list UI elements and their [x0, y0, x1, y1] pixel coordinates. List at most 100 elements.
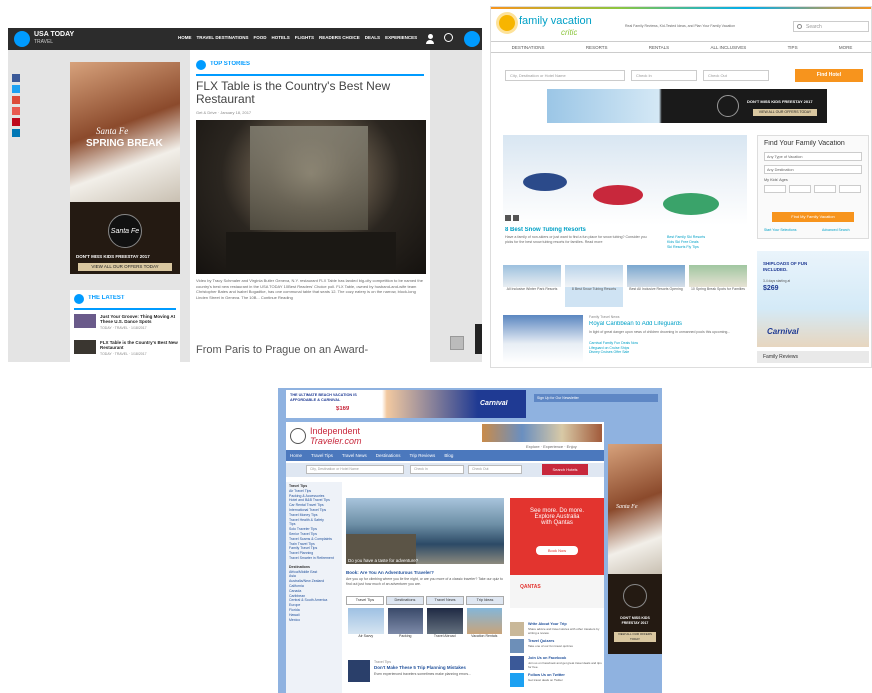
- user-icon[interactable]: [426, 34, 434, 44]
- itr-top-ad[interactable]: THE ULTIMATE BEACH VACATION IS AFFORDABL…: [286, 390, 526, 418]
- nav-item-experiences[interactable]: EXPERIENCES: [385, 35, 417, 40]
- list-item[interactable]: Write About Your Trip Share advice and t…: [510, 622, 604, 638]
- compass-logo-icon[interactable]: [290, 428, 306, 444]
- nav-item-home[interactable]: Home: [290, 453, 302, 458]
- next-article-headline[interactable]: From Paris to Prague on an Award-: [196, 344, 368, 356]
- nav-item-resorts[interactable]: RESORTS: [586, 45, 608, 50]
- fvc-logo[interactable]: family vacation: [519, 15, 592, 27]
- finder-link-advanced[interactable]: Advanced Search: [822, 228, 850, 232]
- checkin-input[interactable]: Check In: [631, 70, 697, 81]
- itr-destination-input[interactable]: City, Destination or Hotel Name: [306, 465, 404, 474]
- finder-select-destination[interactable]: Any Destination: [764, 165, 862, 174]
- sidebar-item[interactable]: Travel Smarter in Retirement: [289, 556, 339, 561]
- feedback-tab[interactable]: [475, 324, 482, 354]
- nav-item-blog[interactable]: Blog: [444, 453, 453, 458]
- nav-item-destinations[interactable]: Destinations: [376, 453, 401, 458]
- pinterest-share-icon[interactable]: [12, 118, 20, 126]
- list-item[interactable]: Join Us on Facebook Join us on Facebook …: [510, 656, 604, 672]
- article-title[interactable]: Book: Are You An Adventurous Traveler?: [346, 570, 434, 575]
- nav-item-destinations[interactable]: TRAVEL DESTINATIONS: [197, 35, 249, 40]
- itr-search-button[interactable]: Search Hotels: [542, 464, 588, 475]
- tile-card[interactable]: Vacation Rentals: [466, 608, 502, 646]
- nav-item-food[interactable]: FOOD: [254, 35, 267, 40]
- thumb-card[interactable]: 10 Spring Break Spots for Families: [689, 265, 747, 307]
- story-link[interactable]: Disney Cruises Offer Sale: [589, 350, 638, 355]
- finder-link-start[interactable]: Start Your Selections: [764, 228, 797, 232]
- checkout-input[interactable]: Check Out: [703, 70, 769, 81]
- story-photo[interactable]: [503, 315, 583, 363]
- tab-destinations[interactable]: Destinations: [386, 596, 424, 605]
- facebook-share-icon[interactable]: [12, 74, 20, 82]
- story-link[interactable]: Carnival Family Fun Deals Now: [589, 341, 638, 346]
- hero-caption[interactable]: 8 Best Snow Tubing Resorts: [505, 227, 586, 233]
- itr-logo-1[interactable]: Independent: [310, 426, 360, 436]
- nav-item-trip-reviews[interactable]: Trip Reviews: [409, 453, 435, 458]
- nav-item-destinations[interactable]: DESTINATIONS: [512, 45, 545, 50]
- finder-submit-button[interactable]: Find My Family Vacation: [772, 212, 854, 222]
- usatoday-logo-icon[interactable]: [14, 31, 30, 47]
- thumb-card[interactable]: 8 Best Snow Tubing Resorts: [565, 265, 623, 307]
- itr-checkout-input[interactable]: Check Out: [468, 465, 522, 474]
- nav-item-readers-choice[interactable]: READERS CHOICE: [319, 35, 360, 40]
- nav-item-hotels[interactable]: HOTELS: [272, 35, 290, 40]
- hero-link[interactable]: Ski Resorts Fly Tips: [667, 245, 705, 250]
- search-icon[interactable]: [444, 33, 453, 42]
- nav-item-rentals[interactable]: RENTALS: [649, 45, 669, 50]
- slider-next-icon[interactable]: [513, 215, 519, 221]
- qantas-book-button[interactable]: Book Now: [536, 546, 578, 555]
- thumb-card[interactable]: All Inclusive Winter Park Resorts: [503, 265, 561, 307]
- itr-skyscraper-ad[interactable]: Santa Fe DON'T MISS KIDS FREESTAY 2017 V…: [608, 444, 662, 654]
- newsletter-signup[interactable]: Sign Up for Our Newsletter: [534, 394, 658, 402]
- age-select[interactable]: [814, 185, 836, 193]
- tile-card[interactable]: Travel Abroad: [427, 608, 463, 646]
- destination-input[interactable]: City, Destination or Hotel Name: [505, 70, 625, 81]
- sidebar-item[interactable]: Travel Scams & Complaints: [289, 537, 339, 542]
- tile-card[interactable]: Packing: [387, 608, 423, 646]
- profile-avatar[interactable]: [464, 31, 480, 47]
- twitter-share-icon[interactable]: [12, 85, 20, 93]
- itr-logo-2[interactable]: Traveler.com: [310, 436, 362, 446]
- sky-ad-cta-2[interactable]: VIEW ALL OUR OFFERS TODAY: [614, 632, 656, 642]
- ad-cta-2[interactable]: VIEW ALL OUR OFFERS TODAY: [78, 263, 172, 271]
- slider-pause-icon[interactable]: [505, 215, 511, 221]
- find-hotel-button[interactable]: Find Hotel: [795, 69, 863, 82]
- age-select[interactable]: [764, 185, 786, 193]
- list-item[interactable]: Travel Quizzes Take one of our fun trave…: [510, 639, 604, 655]
- email-share-icon[interactable]: [12, 107, 20, 115]
- nav-item-travel-news[interactable]: Travel News: [342, 453, 367, 458]
- article-hero-photo[interactable]: [196, 120, 426, 274]
- fvc-hero-photo[interactable]: [503, 135, 747, 225]
- thumb-card[interactable]: Best All Inclusive Resorts Opening: [627, 265, 685, 307]
- list-item[interactable]: Just Your Groove: Thing Moving At These …: [74, 314, 178, 334]
- article-headline[interactable]: FLX Table is the Country's Best New Rest…: [196, 80, 416, 106]
- tab-travel-tips[interactable]: Travel Tips: [346, 596, 384, 605]
- fvc-search-box[interactable]: Search: [793, 21, 869, 32]
- itr-checkin-input[interactable]: Check In: [410, 465, 464, 474]
- finder-select-type[interactable]: Any Type of Vacation: [764, 152, 862, 161]
- tab-travel-news[interactable]: Travel News: [426, 596, 464, 605]
- nav-item-all-inclusives[interactable]: ALL INCLUSIVES: [710, 45, 746, 50]
- usatoday-logo[interactable]: USA TODAY: [34, 31, 74, 38]
- nav-item-home[interactable]: HOME: [178, 35, 192, 40]
- tile-card[interactable]: Air Savvy: [348, 608, 384, 646]
- nav-item-tips[interactable]: TIPS: [788, 45, 798, 50]
- scroll-top-icon[interactable]: [450, 336, 464, 350]
- list-item[interactable]: FLX Table is the Country's Best New Rest…: [74, 340, 178, 360]
- fvc-banner-ad[interactable]: DON'T MISS KIDS FREESTAY 2017 VIEW ALL O…: [547, 89, 827, 123]
- itr-hero-photo[interactable]: [346, 498, 504, 564]
- age-select[interactable]: [839, 185, 861, 193]
- nav-item-more[interactable]: MORE: [839, 45, 853, 50]
- age-select[interactable]: [789, 185, 811, 193]
- sun-logo-icon[interactable]: [499, 15, 515, 31]
- story-title[interactable]: Don't Make These 5 Trip Planning Mistake…: [374, 665, 466, 670]
- nav-item-flights[interactable]: FLIGHTS: [295, 35, 314, 40]
- sidebar-item[interactable]: Mexico: [289, 618, 339, 623]
- tab-trip-ideas[interactable]: Trip Ideas: [466, 596, 504, 605]
- story-title[interactable]: Royal Caribbean to Add Lifeguards: [589, 321, 682, 327]
- story-thumb[interactable]: [348, 660, 370, 682]
- list-item[interactable]: Follow Us on Twitter Get travel deals on…: [510, 673, 604, 689]
- carnival-ad[interactable]: SHIPLOADS OF FUN INCLUDED. 3-4 days star…: [757, 251, 869, 347]
- nav-item-deals[interactable]: DEALS: [365, 35, 380, 40]
- left-ad[interactable]: Santa Fe SPRING BREAK Santa Fe DON'T MIS…: [70, 62, 180, 274]
- linkedin-share-icon[interactable]: [12, 129, 20, 137]
